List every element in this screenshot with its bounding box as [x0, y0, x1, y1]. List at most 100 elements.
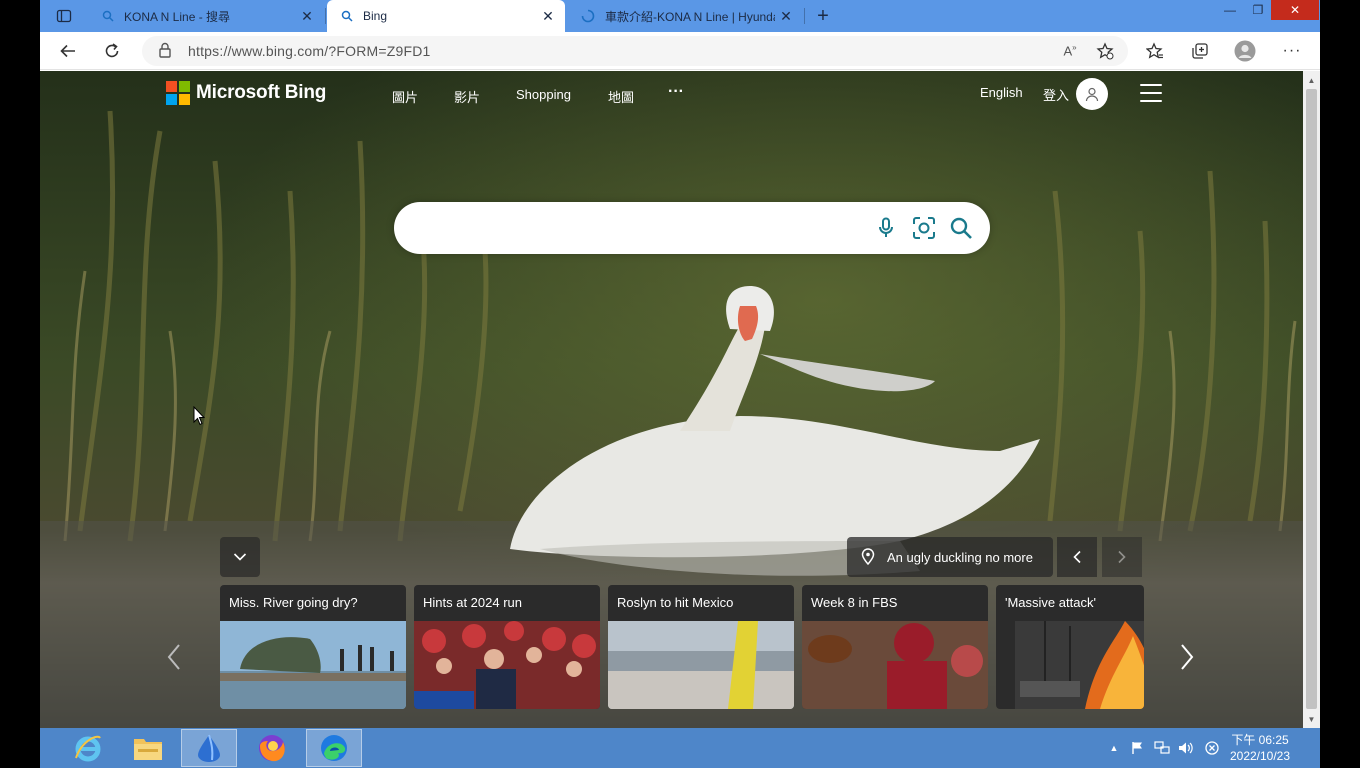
profile-button[interactable] [1231, 37, 1259, 65]
search-input[interactable] [418, 214, 858, 242]
read-aloud-icon: A» [1063, 43, 1077, 59]
tab-hyundai[interactable]: 車款介紹-KONA N Line | Hyundai ✕ [567, 0, 803, 32]
hamburger-menu-icon[interactable] [1140, 84, 1162, 102]
more-icon: ··· [1282, 42, 1302, 59]
search-icon [950, 217, 972, 239]
page-scrollbar[interactable]: ▲ ▼ [1303, 71, 1320, 728]
tab-title: Bing [363, 9, 388, 23]
close-window-button[interactable]: ✕ [1271, 0, 1319, 20]
action-center-flag-icon[interactable] [1130, 740, 1146, 756]
add-favorite-button[interactable] [1091, 37, 1119, 65]
nav-maps[interactable]: 地圖 [608, 87, 634, 106]
taskbar-app[interactable] [181, 729, 237, 767]
carousel-prev-button[interactable] [160, 637, 188, 677]
tab-bing[interactable]: Bing ✕ [327, 0, 565, 32]
refresh-button[interactable] [98, 37, 126, 65]
visual-search-button[interactable] [911, 215, 937, 241]
news-card[interactable]: Hints at 2024 run [414, 585, 600, 709]
news-card-image [802, 621, 988, 709]
windows-taskbar: ▲ 下午 06:25 2022/10/23 [40, 728, 1320, 768]
language-link[interactable]: English [980, 85, 1023, 100]
news-card[interactable]: Roslyn to hit Mexico [608, 585, 794, 709]
taskbar-firefox[interactable] [244, 729, 300, 767]
news-card[interactable]: 'Massive attack' [996, 585, 1144, 709]
back-arrow-icon [60, 44, 75, 58]
collections-button[interactable] [1186, 37, 1214, 65]
address-toolbar: https://www.bing.com/?FORM=Z9FD1 A» ··· [40, 32, 1320, 70]
news-card-title: 'Massive attack' [1005, 595, 1096, 610]
image-caption-text: An ugly duckling no more [887, 549, 1033, 565]
app-icon [198, 734, 220, 762]
search-icon [102, 10, 114, 22]
tab-divider [804, 8, 805, 24]
nav-images[interactable]: 圖片 [392, 87, 418, 106]
read-aloud-button[interactable]: A» [1056, 37, 1084, 65]
news-card-title: Hints at 2024 run [423, 595, 523, 610]
nav-more[interactable]: ··· [668, 83, 684, 101]
bing-homepage: Microsoft Bing 圖片 影片 Shopping 地圖 ··· Eng… [40, 71, 1303, 728]
back-button[interactable] [54, 37, 82, 65]
restore-button[interactable]: ❐ [1243, 0, 1273, 20]
tab-divider [325, 8, 326, 24]
tab-actions-button[interactable] [48, 4, 80, 28]
microphone-icon [879, 217, 893, 237]
url-text: https://www.bing.com/?FORM=Z9FD1 [188, 43, 431, 59]
volume-icon[interactable] [1178, 740, 1194, 756]
news-card-title: Miss. River going dry? [229, 595, 358, 610]
close-tab-icon[interactable]: ✕ [296, 5, 318, 27]
previous-image-button[interactable] [1057, 537, 1097, 577]
search-button[interactable] [948, 215, 974, 241]
news-card-image [608, 621, 794, 709]
search-icon [341, 10, 353, 22]
image-of-day-caption[interactable]: An ugly duckling no more [847, 537, 1053, 577]
tab-kona-search[interactable]: KONA N Line - 搜尋 ✕ [88, 0, 324, 32]
tab-title: KONA N Line - 搜尋 [124, 9, 231, 24]
profile-avatar-icon [1234, 40, 1256, 62]
logo-text: Microsoft Bing [196, 82, 327, 103]
chevron-right-icon [1118, 550, 1126, 564]
news-card-title: Roslyn to hit Mexico [617, 595, 734, 610]
close-tab-icon[interactable]: ✕ [537, 5, 559, 27]
favorites-button[interactable] [1141, 37, 1169, 65]
news-card-title: Week 8 in FBS [811, 595, 898, 610]
taskbar-file-explorer[interactable] [120, 729, 176, 767]
settings-more-button[interactable]: ··· [1278, 37, 1306, 65]
new-tab-button[interactable]: + [810, 4, 836, 28]
scroll-down-arrow-icon[interactable]: ▼ [1303, 712, 1320, 726]
news-card[interactable]: Week 8 in FBS [802, 585, 988, 709]
taskbar-clock[interactable]: 下午 06:25 2022/10/23 [1220, 732, 1300, 764]
news-card-image [1015, 621, 1144, 709]
internet-explorer-icon [75, 735, 101, 762]
show-hidden-icons-button[interactable]: ▲ [1106, 740, 1122, 756]
file-explorer-icon [134, 739, 162, 760]
next-image-button[interactable] [1102, 537, 1142, 577]
network-icon[interactable] [1154, 740, 1170, 756]
plus-icon: + [817, 4, 829, 27]
close-tab-icon[interactable]: ✕ [775, 5, 797, 27]
star-plus-icon [1096, 42, 1114, 60]
minimize-button[interactable]: — [1215, 0, 1245, 20]
location-pin-icon [861, 548, 875, 566]
loading-icon [581, 9, 595, 23]
clock-date: 2022/10/23 [1229, 749, 1291, 763]
scrollbar-thumb[interactable] [1306, 89, 1317, 709]
signin-avatar[interactable] [1076, 78, 1108, 110]
address-bar[interactable]: https://www.bing.com/?FORM=Z9FD1 [142, 36, 1128, 66]
signin-link[interactable]: 登入 [1043, 85, 1069, 104]
close-circle-icon[interactable] [1204, 740, 1220, 756]
edge-icon [321, 735, 347, 761]
nav-shopping[interactable]: Shopping [516, 87, 571, 102]
search-box [394, 202, 990, 254]
taskbar-internet-explorer[interactable] [60, 729, 116, 767]
tab-strip: KONA N Line - 搜尋 ✕ Bing ✕ 車款介紹-KONA N Li… [40, 0, 1320, 32]
clock-time: 下午 06:25 [1231, 733, 1289, 747]
nav-videos[interactable]: 影片 [454, 87, 480, 106]
voice-search-button[interactable] [873, 215, 899, 241]
microsoft-logo-icon [166, 81, 190, 105]
collapse-feed-button[interactable] [220, 537, 260, 577]
taskbar-edge[interactable] [306, 729, 362, 767]
carousel-next-button[interactable] [1173, 637, 1201, 677]
bing-logo[interactable]: Microsoft Bing [166, 81, 326, 105]
news-card[interactable]: Miss. River going dry? [220, 585, 406, 709]
scroll-up-arrow-icon[interactable]: ▲ [1303, 73, 1320, 87]
